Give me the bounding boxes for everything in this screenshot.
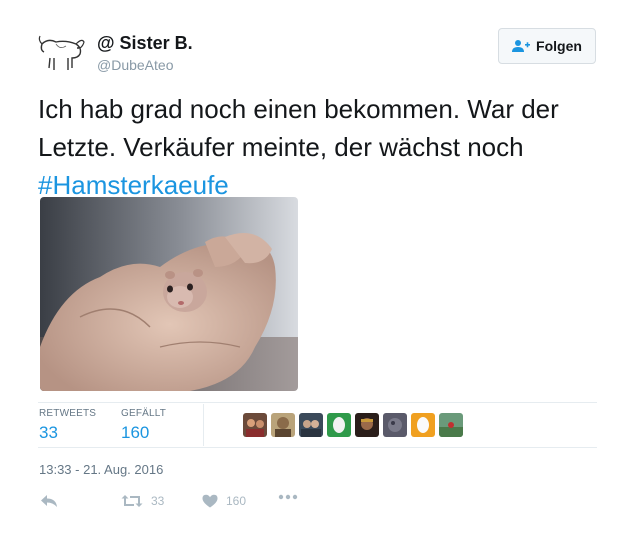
add-user-icon (512, 40, 531, 52)
follow-button[interactable]: Folgen (498, 28, 596, 64)
retweet-button[interactable]: 33 (121, 494, 164, 508)
divider (203, 404, 204, 446)
likes-label[interactable]: GEFÄLLT (121, 408, 166, 419)
tweet-text-line: Letzte. Verkäufer meinte, der wächst noc… (38, 132, 524, 162)
heart-icon (202, 494, 218, 508)
liker-avatar[interactable] (439, 413, 463, 437)
liker-avatar[interactable] (299, 413, 323, 437)
divider (38, 447, 597, 448)
avatar[interactable] (36, 30, 88, 74)
liker-avatar[interactable] (411, 413, 435, 437)
retweets-label[interactable]: RETWEETS (39, 408, 96, 419)
dog-sketch-icon (38, 35, 85, 70)
liker-avatar[interactable] (355, 413, 379, 437)
follow-label: Folgen (536, 38, 582, 54)
reply-button[interactable] (40, 494, 58, 508)
likes-count[interactable]: 160 (121, 423, 149, 443)
author-handle[interactable]: @DubeAteo (97, 57, 173, 73)
reply-icon (41, 495, 57, 507)
more-button[interactable] (278, 494, 298, 500)
author-name[interactable]: @ Sister B. (97, 33, 193, 54)
retweets-count[interactable]: 33 (39, 423, 58, 443)
tweet-timestamp[interactable]: 13:33 - 21. Aug. 2016 (39, 462, 163, 477)
like-count: 160 (226, 494, 247, 508)
hamster-in-hand-image (40, 197, 298, 391)
divider (38, 402, 597, 403)
tweet-text: Ich hab grad noch einen bekommen. War de… (38, 90, 598, 204)
like-button[interactable]: 160 (202, 494, 246, 508)
tweet-photo[interactable] (40, 197, 298, 391)
liker-avatar[interactable] (271, 413, 295, 437)
liker-avatar[interactable] (327, 413, 351, 437)
liker-avatar[interactable] (383, 413, 407, 437)
more-dots-icon (278, 494, 298, 500)
liker-avatars (243, 413, 463, 437)
liker-avatar[interactable] (243, 413, 267, 437)
retweet-count: 33 (151, 494, 165, 508)
retweet-icon (121, 495, 143, 507)
tweet-text-line: Ich hab grad noch einen bekommen. War de… (38, 94, 559, 124)
